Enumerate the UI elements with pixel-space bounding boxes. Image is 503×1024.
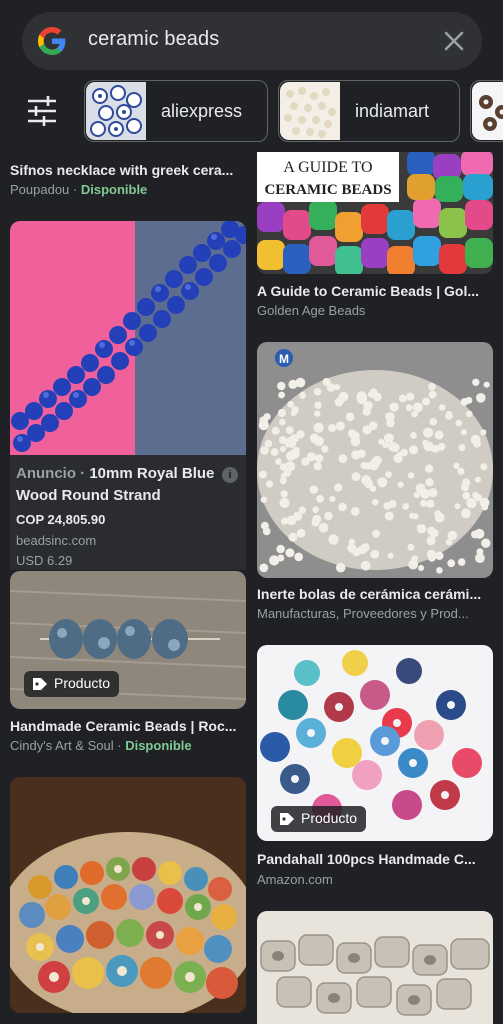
result-card[interactable]: [10, 221, 246, 456]
result-image[interactable]: [257, 911, 493, 1024]
result-card[interactable]: Producto Handmade Ceramic Beads | Roc...…: [10, 571, 246, 761]
chip-thumbnail: [86, 82, 146, 140]
badge-label: Producto: [54, 675, 111, 691]
result-image[interactable]: M: [257, 342, 493, 578]
result-card[interactable]: M Inerte bolas de cerámica cerámi... Man…: [257, 342, 493, 627]
filter-sliders-icon[interactable]: [24, 95, 60, 127]
result-source: Cindy's Art & Soul · Disponible: [10, 738, 192, 753]
result-title[interactable]: Handmade Ceramic Beads | Roc...: [10, 718, 246, 734]
result-title[interactable]: Sifnos necklace with greek cera...: [10, 162, 246, 178]
result-card[interactable]: Sifnos necklace with greek cera... Poupa…: [10, 150, 246, 200]
tag-icon: [280, 813, 294, 825]
source-name: Cindy's Art & Soul: [10, 738, 114, 753]
chip-aliexpress[interactable]: aliexpress: [84, 80, 268, 142]
suggestion-chips: aliexpress indiamart: [0, 78, 503, 146]
product-badge: Producto: [271, 806, 367, 832]
clear-icon[interactable]: [440, 27, 468, 55]
availability-label: Disponible: [80, 182, 148, 197]
ad-title-text[interactable]: 10mm Royal Blue: [89, 465, 214, 482]
ad-alt-price: USD 6.29: [16, 553, 73, 568]
sponsored-ad[interactable]: Anuncio · 10mm Royal Blue i Wood Round S…: [10, 455, 246, 570]
search-header: ceramic beads aliexpress indiamart: [0, 0, 503, 152]
result-card[interactable]: [257, 911, 493, 1024]
ad-label: Anuncio: [16, 465, 76, 482]
google-logo-icon: [38, 27, 66, 55]
chip-indiamart[interactable]: indiamart: [278, 80, 460, 142]
result-source: Manufacturas, Proveedores y Prod...: [257, 606, 469, 621]
ad-title-line2[interactable]: Wood Round Strand: [16, 487, 161, 504]
source-name: Poupadou: [10, 182, 70, 197]
badge-label: Producto: [301, 810, 358, 826]
chip-thumbnail: [472, 82, 503, 140]
ad-price: COP 24,805.90: [16, 512, 106, 527]
tag-icon: [33, 678, 47, 690]
result-card[interactable]: Producto Pandahall 100pcs Handmade C... …: [257, 645, 493, 887]
result-image[interactable]: A GUIDE TO CERAMIC BEADS: [257, 150, 493, 274]
result-source: Poupadou · Disponible: [10, 182, 148, 197]
ad-title-line1[interactable]: Anuncio · 10mm Royal Blue: [16, 465, 214, 482]
chip-label: indiamart: [355, 101, 430, 121]
chip-label: aliexpress: [161, 101, 243, 121]
availability-label: Disponible: [125, 738, 192, 753]
result-title[interactable]: Pandahall 100pcs Handmade C...: [257, 851, 493, 867]
info-icon[interactable]: i: [222, 467, 238, 483]
image-heading-line2: CERAMIC BEADS: [264, 182, 391, 198]
search-bar[interactable]: ceramic beads: [22, 12, 482, 70]
result-card[interactable]: A GUIDE TO CERAMIC BEADS A Guide to Cera…: [257, 150, 493, 325]
ad-site: beadsinc.com: [16, 533, 97, 548]
result-title[interactable]: A Guide to Ceramic Beads | Gol...: [257, 283, 493, 299]
result-card[interactable]: [10, 777, 246, 1017]
product-badge: Producto: [24, 671, 120, 697]
image-logo-letter: M: [279, 352, 289, 366]
result-image[interactable]: [10, 221, 246, 456]
result-image[interactable]: [10, 777, 246, 1013]
result-title[interactable]: Inerte bolas de cerámica cerámi...: [257, 586, 493, 602]
chip-thumbnail: [280, 82, 340, 140]
result-source: Golden Age Beads: [257, 303, 366, 318]
image-heading-line1: A GUIDE TO: [283, 159, 372, 176]
chip-more[interactable]: [470, 80, 503, 142]
search-input[interactable]: ceramic beads: [88, 28, 219, 51]
result-source: Amazon.com: [257, 872, 333, 887]
